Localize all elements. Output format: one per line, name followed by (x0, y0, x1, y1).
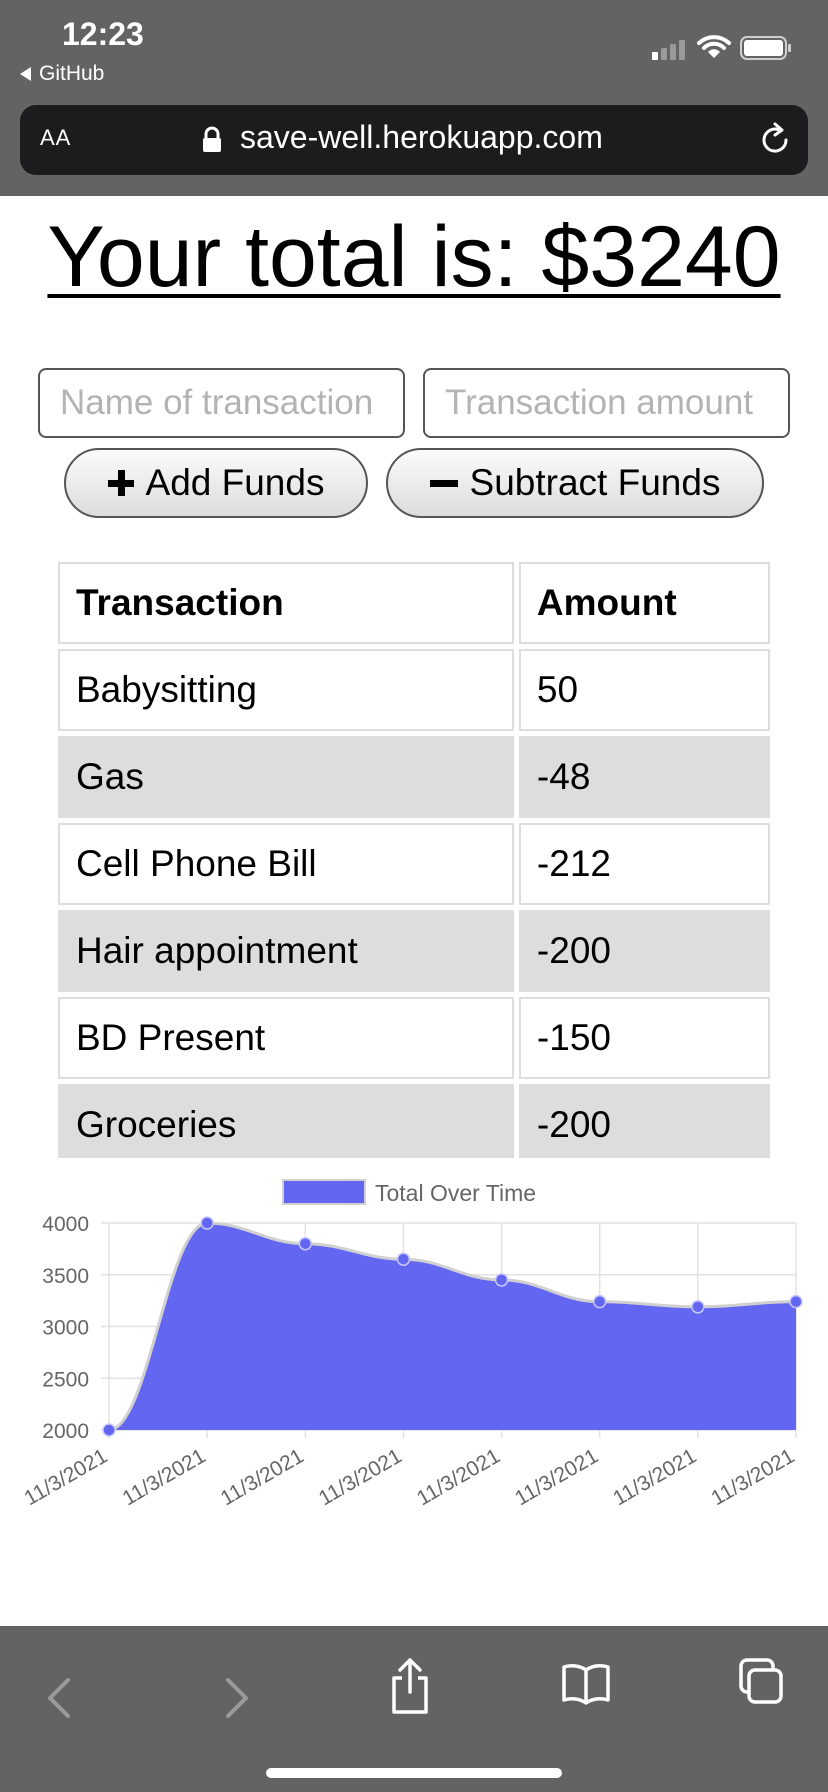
bookmarks-icon[interactable] (561, 1662, 611, 1706)
table-row: Groceries -200 (58, 1084, 770, 1158)
browser-bottom-toolbar (0, 1626, 828, 1792)
share-icon[interactable] (388, 1656, 432, 1716)
transaction-amount-cell: -150 (518, 997, 770, 1079)
transaction-amount-cell: -212 (518, 823, 770, 905)
transaction-name-cell: Cell Phone Bill (58, 823, 514, 905)
battery-icon (740, 36, 791, 60)
data-point (494, 1273, 509, 1287)
x-tick-label: 11/3/2021 (707, 1444, 798, 1510)
transaction-name-cell: Babysitting (58, 649, 514, 731)
x-tick-label: 11/3/2021 (217, 1444, 308, 1510)
reload-icon[interactable] (756, 121, 794, 159)
subtract-funds-label: Subtract Funds (469, 462, 721, 503)
data-point (200, 1216, 214, 1230)
transaction-amount-input[interactable] (423, 368, 790, 438)
add-funds-label: Add Funds (145, 462, 325, 503)
data-point (691, 1300, 705, 1314)
back-icon[interactable] (44, 1676, 74, 1720)
forward-icon[interactable] (222, 1676, 252, 1720)
wifi-icon (697, 35, 731, 58)
add-funds-button[interactable]: Add Funds (64, 448, 368, 518)
total-heading: Your total is: $3240 (47, 209, 781, 305)
transaction-amount-cell: -200 (518, 910, 770, 992)
address-bar[interactable]: AA save-well.herokuapp.com (20, 105, 808, 175)
back-arrow-icon (20, 67, 31, 81)
home-indicator (266, 1768, 562, 1778)
transaction-amount-cell: 50 (518, 649, 770, 731)
transaction-name-cell: Hair appointment (58, 910, 514, 992)
x-tick-label: 11/3/2021 (609, 1444, 700, 1510)
x-tick-label: 11/3/2021 (20, 1444, 111, 1510)
transactions-table-container[interactable]: Transaction Amount Babysitting 50 Gas -4… (58, 562, 770, 1158)
y-tick-label: 4000 (42, 1213, 89, 1236)
area-series-total (109, 1223, 796, 1430)
url-text[interactable]: save-well.herokuapp.com (240, 119, 603, 156)
total-over-time-chart: 40003500300025002000 11/3/2021 11/3/2021 1… (20, 1179, 803, 1510)
y-tick-label: 3000 (42, 1317, 89, 1340)
transaction-name-cell: Gas (58, 736, 514, 818)
lock-icon (203, 126, 221, 152)
header-transaction: Transaction (58, 562, 514, 644)
header-amount: Amount (518, 562, 770, 644)
data-point (789, 1294, 803, 1309)
transaction-name-cell: Groceries (58, 1084, 514, 1158)
x-tick-label: 11/3/2021 (413, 1444, 504, 1510)
y-tick-label: 2500 (42, 1368, 89, 1391)
x-tick-label: 11/3/2021 (315, 1444, 406, 1510)
x-tick-label: 11/3/2021 (119, 1444, 210, 1510)
x-tick-label: 11/3/2021 (511, 1444, 602, 1510)
table-row: Hair appointment -200 (58, 910, 770, 992)
legend-swatch (282, 1179, 366, 1205)
transactions-table: Transaction Amount Babysitting 50 Gas -4… (58, 562, 770, 1158)
tabs-icon[interactable] (737, 1656, 785, 1706)
back-to-app-link[interactable]: GitHub (20, 62, 104, 86)
browser-top-chrome: 12:23 GitHub AA save-well.herokuapp.com (0, 0, 828, 196)
signal-icon (652, 40, 685, 60)
table-header-row: Transaction Amount (58, 562, 770, 644)
y-tick-label: 3500 (42, 1265, 89, 1288)
data-point (298, 1236, 313, 1251)
reader-settings-button[interactable]: AA (40, 125, 71, 151)
transaction-name-cell: BD Present (58, 997, 514, 1079)
plus-icon (107, 470, 134, 496)
transaction-amount-cell: -48 (518, 736, 770, 818)
status-time: 12:23 (62, 16, 144, 52)
subtract-funds-button[interactable]: Subtract Funds (386, 448, 764, 518)
transaction-name-input[interactable] (38, 368, 405, 438)
data-point (592, 1294, 607, 1309)
table-row: Cell Phone Bill -212 (58, 823, 770, 905)
legend-label: Total Over Time (375, 1180, 536, 1206)
back-app-label: GitHub (39, 62, 105, 85)
table-row: Babysitting 50 (58, 649, 770, 731)
transaction-amount-cell: -200 (518, 1084, 770, 1158)
y-tick-label: 2000 (42, 1420, 89, 1443)
minus-icon (429, 479, 458, 487)
table-row: Gas -48 (58, 736, 770, 818)
table-row: BD Present -150 (58, 997, 770, 1079)
data-point (102, 1423, 116, 1437)
data-point (396, 1252, 411, 1266)
